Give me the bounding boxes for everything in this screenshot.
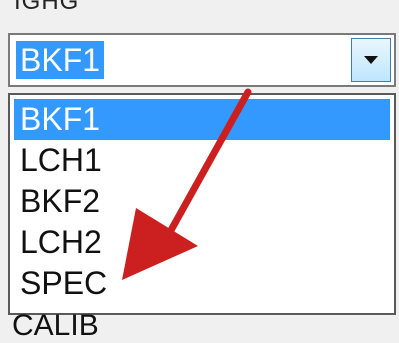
annotation-arrow-head: [122, 208, 198, 280]
annotation-arrow-shaft: [156, 88, 252, 254]
annotation-arrow-icon: [122, 88, 252, 280]
